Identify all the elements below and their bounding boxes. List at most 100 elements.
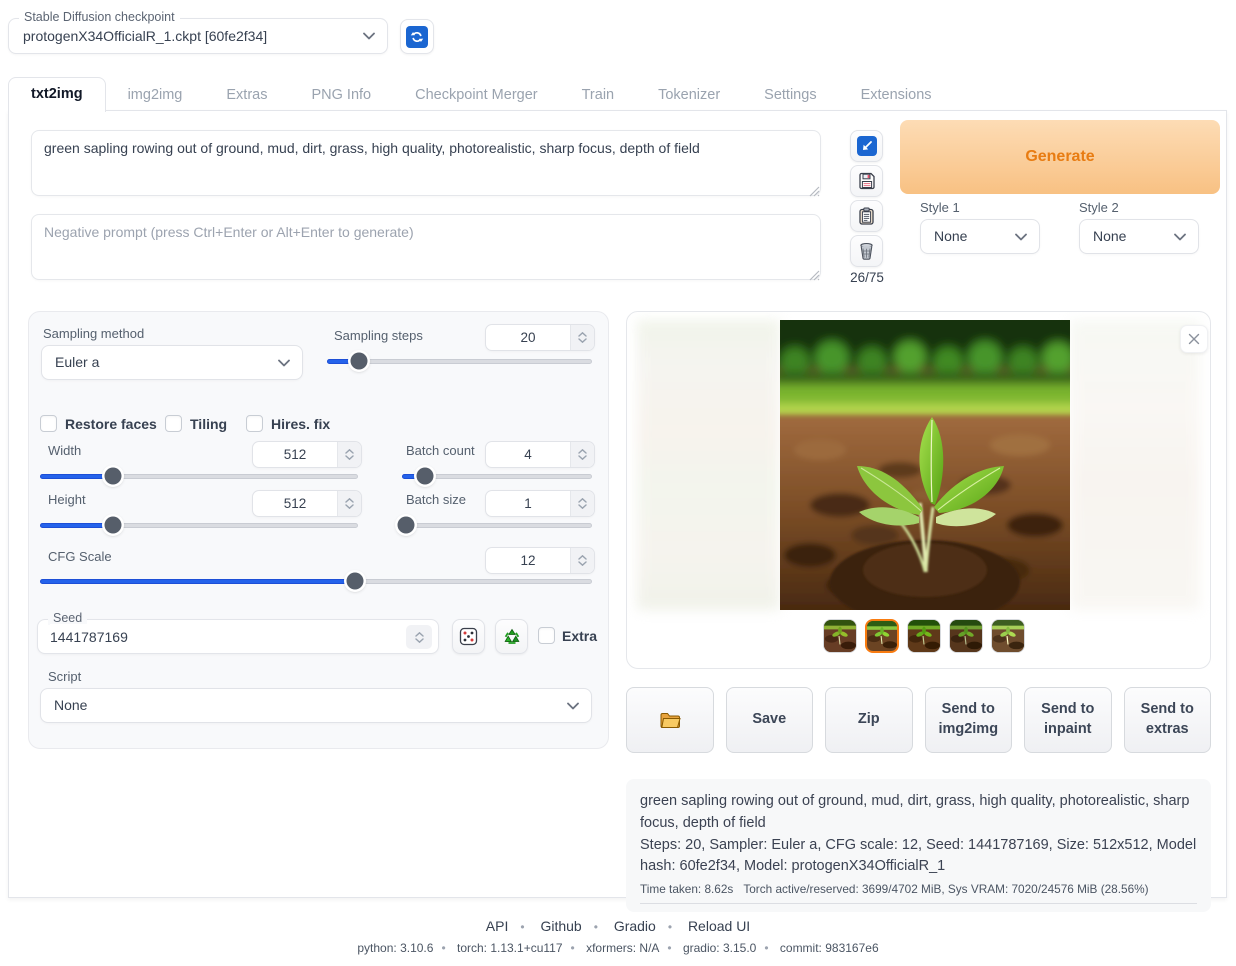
trash-icon bbox=[858, 242, 875, 260]
stepper-icon[interactable] bbox=[337, 491, 361, 516]
tab-extras[interactable]: Extras bbox=[204, 79, 289, 111]
reuse-seed-button[interactable] bbox=[495, 619, 528, 654]
footer-link-api[interactable]: API bbox=[486, 918, 509, 934]
result-gallery bbox=[626, 311, 1211, 669]
stepper-icon[interactable] bbox=[570, 491, 594, 516]
stepper-icon[interactable] bbox=[406, 625, 432, 649]
xformers-version: xformers: N/A bbox=[586, 941, 659, 955]
width-value[interactable] bbox=[253, 442, 337, 467]
random-seed-button[interactable] bbox=[452, 619, 485, 654]
height-label: Height bbox=[48, 492, 86, 507]
hires-fix-label: Hires. fix bbox=[271, 416, 330, 432]
gallery-thumbnail-3[interactable] bbox=[907, 619, 941, 653]
slider-handle[interactable] bbox=[346, 573, 363, 590]
bullet-separator: • bbox=[764, 941, 768, 955]
batch-count-slider[interactable] bbox=[402, 467, 592, 485]
sampling-method-dropdown[interactable]: Euler a bbox=[41, 345, 303, 380]
height-value[interactable] bbox=[253, 491, 337, 516]
open-folder-button[interactable] bbox=[626, 687, 714, 753]
sampling-steps-slider[interactable] bbox=[327, 352, 592, 370]
width-input bbox=[252, 441, 362, 468]
chevron-down-icon bbox=[1174, 233, 1186, 241]
txt2img-panel: green sapling rowing out of ground, mud,… bbox=[8, 110, 1227, 898]
stepper-icon[interactable] bbox=[570, 442, 594, 467]
batch-size-label: Batch size bbox=[406, 492, 466, 507]
save-style-button[interactable] bbox=[850, 165, 883, 197]
tab-png-info[interactable]: PNG Info bbox=[289, 79, 393, 111]
gallery-thumbnail-2-selected[interactable] bbox=[865, 619, 899, 653]
read-params-button[interactable] bbox=[850, 130, 883, 162]
info-params-text: Steps: 20, Sampler: Euler a, CFG scale: … bbox=[640, 835, 1197, 879]
bullet-separator: • bbox=[668, 920, 672, 934]
tab-txt2img[interactable]: txt2img bbox=[8, 77, 106, 112]
hires-fix-checkbox[interactable] bbox=[246, 415, 263, 432]
vram-text: Torch active/reserved: 3699/4702 MiB, Sy… bbox=[743, 882, 1148, 896]
footer-versions: python: 3.10.6• torch: 1.13.1+cu117• xfo… bbox=[0, 941, 1236, 955]
tab-tokenizer[interactable]: Tokenizer bbox=[636, 79, 742, 111]
gallery-thumbnails bbox=[823, 619, 1025, 653]
folder-icon bbox=[659, 711, 681, 729]
gallery-thumbnail-5[interactable] bbox=[991, 619, 1025, 653]
restore-faces-checkbox[interactable] bbox=[40, 415, 57, 432]
generate-button[interactable]: Generate bbox=[900, 120, 1220, 194]
gallery-right-blur bbox=[1070, 320, 1200, 610]
slider-handle[interactable] bbox=[397, 517, 414, 534]
chevron-down-icon bbox=[567, 702, 579, 710]
prompt-input[interactable]: green sapling rowing out of ground, mud,… bbox=[31, 130, 821, 196]
footer-link-github[interactable]: Github bbox=[540, 918, 581, 934]
checkpoint-dropdown[interactable]: Stable Diffusion checkpoint protogenX34O… bbox=[8, 18, 388, 54]
stepper-icon[interactable] bbox=[570, 325, 594, 350]
tab-train[interactable]: Train bbox=[560, 79, 637, 111]
height-slider[interactable] bbox=[40, 516, 358, 534]
tab-checkpoint-merger[interactable]: Checkpoint Merger bbox=[393, 79, 560, 111]
refresh-checkpoint-button[interactable] bbox=[400, 19, 434, 54]
tab-img2img[interactable]: img2img bbox=[106, 79, 205, 111]
style2-dropdown[interactable]: None bbox=[1079, 219, 1199, 254]
sampling-steps-value[interactable] bbox=[486, 325, 570, 350]
send-to-inpaint-button[interactable]: Send to inpaint bbox=[1024, 687, 1112, 753]
footer: API• Github• Gradio• Reload UI python: 3… bbox=[0, 918, 1236, 955]
gallery-thumbnail-1[interactable] bbox=[823, 619, 857, 653]
close-preview-button[interactable] bbox=[1180, 325, 1208, 353]
send-to-img2img-button[interactable]: Send to img2img bbox=[925, 687, 1013, 753]
script-label: Script bbox=[48, 669, 81, 684]
stepper-icon[interactable] bbox=[570, 548, 594, 573]
batch-size-input bbox=[485, 490, 595, 517]
script-dropdown[interactable]: None bbox=[40, 688, 592, 723]
save-button[interactable]: Save bbox=[726, 687, 814, 753]
batch-size-slider[interactable] bbox=[402, 516, 592, 534]
cfg-scale-input bbox=[485, 547, 595, 574]
slider-handle[interactable] bbox=[416, 468, 433, 485]
gallery-thumbnail-4[interactable] bbox=[949, 619, 983, 653]
stepper-icon[interactable] bbox=[337, 442, 361, 467]
tab-extensions[interactable]: Extensions bbox=[839, 79, 954, 111]
output-buttons-row: Save Zip Send to img2img Send to inpaint… bbox=[626, 687, 1211, 753]
width-slider[interactable] bbox=[40, 467, 358, 485]
batch-count-value[interactable] bbox=[486, 442, 570, 467]
tab-settings[interactable]: Settings bbox=[742, 79, 838, 111]
slider-handle[interactable] bbox=[105, 468, 122, 485]
info-performance-text: Time taken: 8.62sTorch active/reserved: … bbox=[640, 882, 1197, 904]
footer-link-reload-ui[interactable]: Reload UI bbox=[688, 918, 750, 934]
seed-input[interactable] bbox=[50, 624, 380, 650]
floppy-icon bbox=[858, 172, 876, 190]
apply-style-button[interactable] bbox=[850, 200, 883, 232]
negative-prompt-input[interactable] bbox=[31, 214, 821, 280]
zip-button[interactable]: Zip bbox=[825, 687, 913, 753]
height-input bbox=[252, 490, 362, 517]
footer-link-gradio[interactable]: Gradio bbox=[614, 918, 656, 934]
tiling-checkbox[interactable] bbox=[165, 415, 182, 432]
extra-seed-checkbox[interactable] bbox=[538, 627, 555, 644]
clear-prompt-button[interactable] bbox=[850, 235, 883, 267]
slider-handle[interactable] bbox=[350, 353, 367, 370]
slider-handle[interactable] bbox=[105, 517, 122, 534]
chevron-down-icon bbox=[363, 32, 375, 40]
cfg-scale-value[interactable] bbox=[486, 548, 570, 573]
batch-size-value[interactable] bbox=[486, 491, 570, 516]
cfg-scale-slider[interactable] bbox=[40, 572, 592, 590]
send-to-extras-button[interactable]: Send to extras bbox=[1124, 687, 1212, 753]
generated-image[interactable] bbox=[780, 320, 1070, 610]
gallery-left-blur bbox=[637, 320, 780, 610]
seed-field: Seed bbox=[37, 619, 439, 654]
style1-dropdown[interactable]: None bbox=[920, 219, 1040, 254]
